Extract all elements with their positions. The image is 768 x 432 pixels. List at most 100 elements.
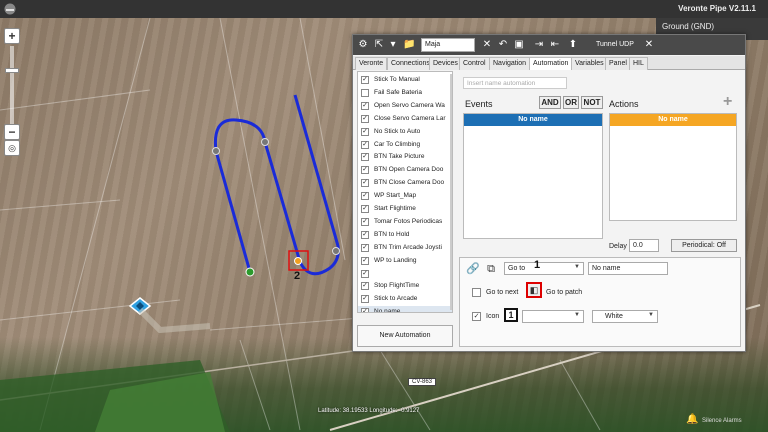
tab-automation[interactable]: Automation: [529, 57, 573, 70]
automation-list-item[interactable]: ✓ Tomar Fotos Periodicas: [358, 216, 452, 229]
automation-list-item[interactable]: ✓ Stop FlightTime: [358, 280, 452, 293]
automation-checkbox[interactable]: ✓: [361, 230, 369, 239]
locate-icon[interactable]: ◎: [4, 140, 20, 156]
automation-checkbox[interactable]: ✓: [361, 282, 369, 291]
automation-checkbox[interactable]: ✓: [361, 153, 369, 162]
automation-checkbox[interactable]: ✓: [361, 256, 369, 265]
automation-list-item[interactable]: ✓ BTN Take Picture: [358, 151, 452, 164]
add-action-button[interactable]: +: [723, 93, 732, 111]
automation-list-item[interactable]: ✓ Car To Climbing: [358, 139, 452, 152]
export-icon[interactable]: ⇥: [533, 39, 545, 51]
zoom-slider-thumb[interactable]: [5, 68, 19, 73]
import-icon[interactable]: ⇱: [373, 39, 385, 51]
chevron-down-icon[interactable]: ▾: [387, 39, 399, 51]
automation-checkbox[interactable]: ✓: [361, 308, 369, 312]
automation-checkbox[interactable]: ✓: [361, 166, 369, 175]
action-type-select[interactable]: Go to ▼: [504, 262, 584, 275]
configuration-name-field[interactable]: Maja: [421, 38, 475, 52]
or-button[interactable]: OR: [563, 96, 579, 109]
go-to-patch-icon[interactable]: ◧: [526, 282, 542, 298]
waypoint-marker[interactable]: [261, 138, 269, 146]
zoom-slider-track[interactable]: [10, 46, 14, 126]
tab-connections[interactable]: Connections: [387, 57, 434, 70]
delay-input[interactable]: 0.0: [629, 239, 659, 252]
link-icon[interactable]: 🔗: [466, 262, 480, 276]
action-detail-panel: 🔗 ⧉ Go to ▼ 1 No name Go to next ◧ Go to…: [459, 257, 741, 347]
automation-checkbox[interactable]: ✓: [361, 205, 369, 213]
automation-list-item[interactable]: ✓: [358, 268, 452, 281]
color-select[interactable]: White ▼: [592, 310, 658, 323]
action-item[interactable]: No name: [610, 114, 736, 126]
automation-checkbox[interactable]: ✓: [361, 217, 369, 226]
automation-checkbox[interactable]: ✓: [361, 140, 369, 149]
automation-list-item[interactable]: ✓ BTN Open Camera Doo: [358, 164, 452, 177]
automation-checkbox[interactable]: ✓: [361, 192, 369, 201]
goto-target-field[interactable]: No name: [588, 262, 668, 275]
settings-gear-icon[interactable]: ⚙: [357, 39, 369, 51]
waypoint-marker[interactable]: [332, 247, 340, 255]
save-icon[interactable]: ▣: [513, 39, 525, 51]
automation-name-input[interactable]: Insert name automation: [463, 77, 567, 89]
automation-list-item[interactable]: ✓ BTN Trim Arcade Joysti: [358, 242, 452, 255]
waypoint-marker[interactable]: [212, 147, 220, 155]
automation-checkbox[interactable]: ✓: [361, 76, 369, 84]
automation-checkbox[interactable]: ✓: [361, 114, 369, 123]
import-file-icon[interactable]: ⇤: [549, 39, 561, 51]
new-automation-button[interactable]: New Automation: [357, 325, 453, 347]
silence-alarms-label[interactable]: Silence Alarms: [702, 418, 742, 424]
automation-checkbox[interactable]: ✓: [361, 295, 369, 304]
go-to-next-checkbox[interactable]: [472, 288, 481, 297]
automation-list-item[interactable]: ✓ BTN to Hold: [358, 229, 452, 242]
automation-list-item[interactable]: ✓ Start Flightime: [358, 203, 452, 216]
copy-icon[interactable]: ⧉: [484, 262, 498, 276]
automation-list-item[interactable]: Fail Safe Bateria: [358, 87, 452, 100]
action-type-value: Go to: [508, 265, 526, 272]
tunnel-udp-label[interactable]: Tunnel UDP: [596, 41, 634, 48]
actions-heading: Actions: [609, 99, 639, 109]
list-scrollbar[interactable]: [450, 74, 452, 310]
selected-waypoint-marker[interactable]: [294, 257, 302, 265]
coordinates-readout: Latitude: 38.19533 Longitude: -0.9127: [318, 408, 420, 414]
tab-hil[interactable]: HIL: [629, 57, 648, 70]
automation-checkbox[interactable]: ✓: [361, 179, 369, 188]
tab-control[interactable]: Control: [459, 57, 490, 70]
periodical-button[interactable]: Periodical: Off: [671, 239, 737, 252]
zoom-out-button[interactable]: −: [4, 124, 20, 140]
app-logo-icon[interactable]: [4, 3, 16, 15]
tab-veronte[interactable]: Veronte: [355, 57, 388, 70]
alarm-icon[interactable]: 🔔: [686, 414, 698, 426]
icon-checkbox[interactable]: ✓: [472, 312, 481, 321]
close-icon[interactable]: ✕: [481, 39, 493, 51]
automation-list-item[interactable]: ✓ BTN Close Camera Doo: [358, 177, 452, 190]
tab-panel[interactable]: Panel: [605, 57, 631, 70]
automation-list-item[interactable]: ✓ WP to Landing: [358, 255, 452, 268]
automation-list-item[interactable]: ✓ Open Servo Camera Wa: [358, 100, 452, 113]
and-button[interactable]: AND: [539, 96, 561, 109]
events-heading: Events: [465, 99, 493, 109]
automation-checkbox[interactable]: [361, 88, 369, 97]
undo-icon[interactable]: ↶: [497, 39, 509, 51]
not-button[interactable]: NOT: [581, 96, 603, 109]
automation-list-item[interactable]: ✓ Stick To Manual: [358, 74, 452, 87]
automation-list-item[interactable]: ✓ No Stick to Auto: [358, 126, 452, 139]
automation-list-item[interactable]: ✓ WP Start_Map: [358, 190, 452, 203]
icon-select[interactable]: ▼: [522, 310, 584, 323]
tab-variables[interactable]: Variables: [571, 57, 608, 70]
tab-navigation[interactable]: Navigation: [489, 57, 531, 70]
automation-label: Close Servo Camera Lar: [374, 114, 446, 122]
automation-checkbox[interactable]: ✓: [361, 127, 369, 136]
event-item[interactable]: No name: [464, 114, 602, 126]
automation-list-item[interactable]: ✓ Stick to Arcade: [358, 293, 452, 306]
start-waypoint-marker[interactable]: [245, 267, 255, 277]
automation-list-item[interactable]: ✓ Close Servo Camera Lar: [358, 113, 452, 126]
automation-checkbox[interactable]: ✓: [361, 101, 369, 110]
tab-devices[interactable]: Devices: [429, 57, 462, 70]
automation-checkbox[interactable]: ✓: [361, 243, 369, 252]
close-tunnel-icon[interactable]: ✕: [643, 39, 655, 51]
zoom-in-button[interactable]: +: [4, 28, 20, 44]
upload-icon[interactable]: ⬆: [567, 39, 579, 51]
top-bar: Veronte Pipe V2.11.1: [0, 0, 768, 18]
automation-checkbox[interactable]: ✓: [361, 269, 369, 278]
folder-icon[interactable]: 📁: [403, 39, 415, 51]
automation-list-item[interactable]: ✓ No name: [358, 306, 452, 312]
